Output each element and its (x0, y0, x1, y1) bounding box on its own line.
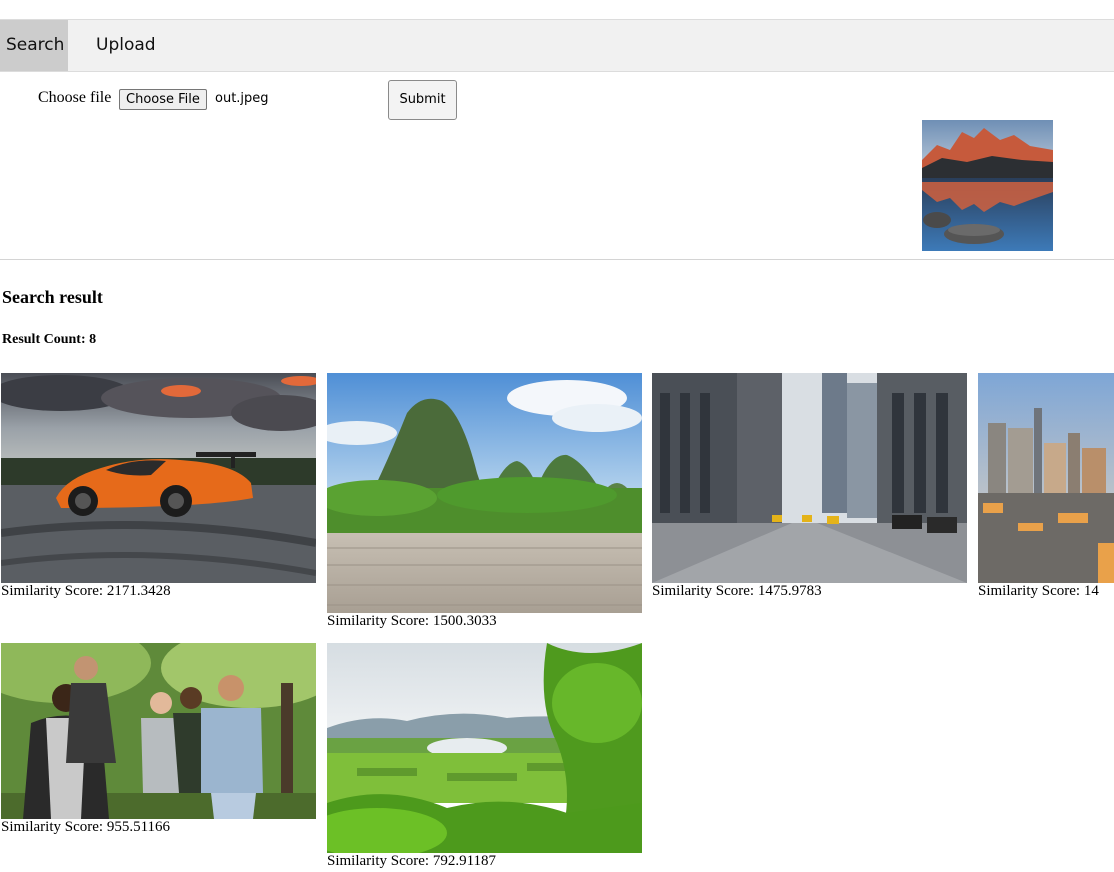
tab-upload[interactable]: Upload (80, 20, 172, 71)
result-score: Similarity Score: 2171.3428 (1, 583, 171, 599)
result-count: Result Count: 8 (2, 332, 97, 347)
result-score: Similarity Score: 14 (978, 583, 1099, 599)
result-score: Similarity Score: 792.91187 (327, 853, 497, 869)
query-image-preview (922, 120, 1053, 251)
tab-search[interactable]: Search (0, 20, 68, 71)
result-image-city-street[interactable] (652, 373, 967, 583)
result-image-valley[interactable] (327, 643, 642, 853)
result-score: Similarity Score: 1475.9783 (652, 583, 822, 599)
result-score: Similarity Score: 955.51166 (1, 819, 171, 835)
nav-bar: Search Upload (0, 19, 1114, 72)
submit-button[interactable]: Submit (388, 80, 457, 120)
result-score: Similarity Score: 1500.3033 (327, 613, 497, 629)
divider (0, 259, 1114, 260)
file-name: out.jpeg (215, 91, 269, 106)
choose-file-button[interactable]: Choose File (119, 89, 207, 110)
result-image-skyline[interactable] (978, 373, 1114, 583)
result-image-people[interactable] (1, 643, 316, 819)
page: Search Upload Choose file Choose File ou… (0, 0, 1114, 872)
result-image-mountain-floor[interactable] (327, 373, 642, 613)
search-result-heading: Search result (2, 287, 103, 307)
result-image-car[interactable] (1, 373, 316, 583)
choose-file-label: Choose file (38, 89, 112, 106)
